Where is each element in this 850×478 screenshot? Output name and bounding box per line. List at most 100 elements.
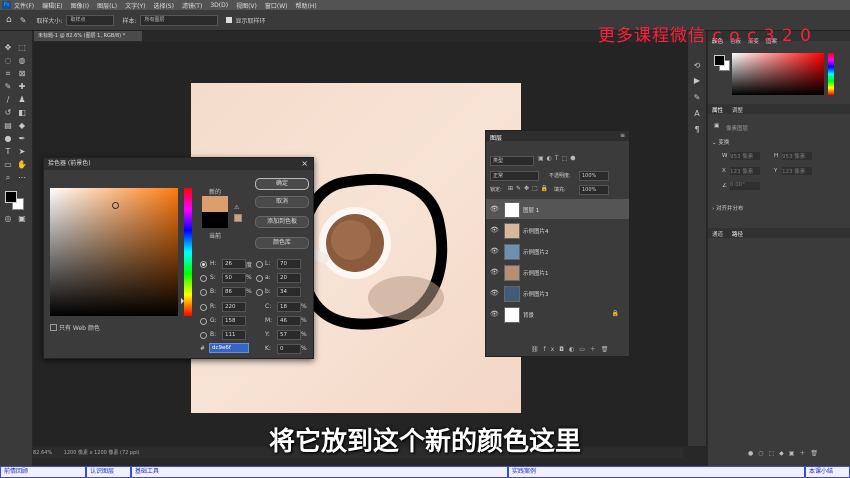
menu-filter[interactable]: 滤镜(T) xyxy=(182,1,202,10)
blend-mode-select[interactable]: 正常 xyxy=(490,171,539,181)
g-input[interactable]: 158 xyxy=(222,316,246,326)
h-radio[interactable] xyxy=(200,261,207,268)
menu-image[interactable]: 图像(I) xyxy=(71,1,89,10)
g-radio[interactable] xyxy=(200,318,207,325)
shape-tool-icon[interactable]: ▭ xyxy=(3,160,13,170)
s-radio[interactable] xyxy=(200,275,207,282)
screen-mode-icon[interactable]: ▣ xyxy=(17,214,27,224)
hex-input[interactable]: dc9e6f xyxy=(209,343,249,353)
gamut-warning-icon[interactable]: ⚠ xyxy=(234,204,239,211)
home-icon[interactable]: ⌂ xyxy=(6,15,12,25)
path-select-tool-icon[interactable]: ➤ xyxy=(17,147,27,157)
blur-tool-icon[interactable]: ◆ xyxy=(17,121,27,131)
panel-hue-slider[interactable] xyxy=(828,53,834,95)
chapter-practice[interactable]: 实践案例 xyxy=(508,466,805,478)
layer-name[interactable]: 图层 1 xyxy=(523,206,539,214)
menu-layer[interactable]: 图层(L) xyxy=(97,1,117,10)
close-icon[interactable]: × xyxy=(301,158,308,170)
l-radio[interactable] xyxy=(256,261,263,268)
ok-button[interactable]: 确定 xyxy=(255,178,309,190)
y-input[interactable]: 123 像素 xyxy=(782,167,812,175)
layers-tab[interactable]: 图层 xyxy=(490,133,502,142)
history-brush-icon[interactable]: ↺ xyxy=(3,108,13,118)
menu-select[interactable]: 选择(S) xyxy=(153,1,174,10)
brush-panel-icon[interactable]: ✎ xyxy=(692,93,702,103)
frame-tool-icon[interactable]: ⊠ xyxy=(17,69,27,79)
show-ring-checkbox[interactable] xyxy=(226,17,233,23)
menu-help[interactable]: 帮助(H) xyxy=(296,1,317,10)
eyedropper-tool-icon[interactable]: ✎ xyxy=(3,82,13,92)
foreground-color-swatch[interactable] xyxy=(5,191,17,203)
hue-slider-arrow[interactable] xyxy=(181,298,184,304)
brush-tool-icon[interactable]: ∕ xyxy=(3,95,13,105)
websafe-swatch-icon[interactable] xyxy=(234,214,242,222)
y-input[interactable]: 57 xyxy=(277,330,301,340)
menu-view[interactable]: 视图(V) xyxy=(236,1,257,10)
c-input[interactable]: 18 xyxy=(277,302,301,312)
r-input[interactable]: 220 xyxy=(222,302,246,312)
transform-section-label[interactable]: ⌄ 变换 xyxy=(712,138,729,146)
visibility-eye-icon[interactable]: 👁 xyxy=(490,289,499,297)
character-panel-icon[interactable]: A xyxy=(692,109,702,119)
cancel-button[interactable]: 取消 xyxy=(255,196,309,208)
h-input[interactable]: 953 像素 xyxy=(782,152,812,160)
paragraph-panel-icon[interactable]: ¶ xyxy=(692,125,702,135)
menu-file[interactable]: 文件(F) xyxy=(14,1,34,10)
dodge-tool-icon[interactable]: ● xyxy=(3,134,13,144)
layer-filter-icons[interactable]: ▣◐T⬚⬢ xyxy=(538,155,578,162)
move-tool-icon[interactable]: ✥ xyxy=(3,43,13,53)
layer-name[interactable]: 背景 xyxy=(523,311,534,319)
chapter-layers[interactable]: 认识图层 xyxy=(86,466,131,478)
stamp-tool-icon[interactable]: ♟ xyxy=(17,95,27,105)
layer-name[interactable]: 示例图片1 xyxy=(523,269,549,277)
visibility-eye-icon[interactable]: 👁 xyxy=(490,205,499,213)
m-input[interactable]: 46 xyxy=(277,316,301,326)
layer-name[interactable]: 示例图片4 xyxy=(523,227,549,235)
r-radio[interactable] xyxy=(200,304,207,311)
chapter-summary[interactable]: 本课小结 xyxy=(805,466,850,478)
s-input[interactable]: 50 xyxy=(222,273,246,283)
a-radio[interactable] xyxy=(256,275,263,282)
lab-b-input[interactable]: 34 xyxy=(277,287,301,297)
blue-input[interactable]: 111 xyxy=(222,330,246,340)
angle-input[interactable]: 0.00° xyxy=(730,182,760,190)
layer-name[interactable]: 示例图片3 xyxy=(523,290,549,298)
h-input[interactable]: 26 xyxy=(222,259,246,269)
menu-edit[interactable]: 编辑(E) xyxy=(42,1,62,10)
color-libraries-button[interactable]: 颜色库 xyxy=(255,237,309,249)
quick-mask-icon[interactable]: ◎ xyxy=(3,214,13,224)
menu-3d[interactable]: 3D(D) xyxy=(210,2,228,9)
web-only-checkbox[interactable] xyxy=(50,324,57,331)
panel-menu-icon[interactable]: ≡ xyxy=(620,132,625,139)
hand-tool-icon[interactable]: ✋ xyxy=(17,160,27,170)
hue-slider[interactable] xyxy=(181,188,192,316)
l-input[interactable]: 70 xyxy=(277,259,301,269)
panel-color-field[interactable] xyxy=(732,53,824,95)
tab-paths[interactable]: 路径 xyxy=(732,230,743,238)
layer-filter-select[interactable]: 类型 xyxy=(490,156,534,166)
marquee-tool-icon[interactable]: ⬚ xyxy=(17,43,27,53)
current-color-preview[interactable] xyxy=(202,212,228,228)
k-input[interactable]: 0 xyxy=(277,344,301,354)
healing-tool-icon[interactable]: ✚ xyxy=(17,82,27,92)
visibility-eye-icon[interactable]: 👁 xyxy=(490,247,499,255)
more-tools-icon[interactable]: ⋯ xyxy=(17,173,27,183)
w-input[interactable]: 953 像素 xyxy=(730,152,760,160)
type-tool-icon[interactable]: T xyxy=(3,147,13,157)
menu-window[interactable]: 窗口(W) xyxy=(265,1,288,10)
opacity-input[interactable]: 100% xyxy=(579,171,609,181)
tab-channels[interactable]: 通道 xyxy=(712,230,723,238)
layer-name[interactable]: 示例图片2 xyxy=(523,248,549,256)
layer-row[interactable]: 👁 示例图片2 xyxy=(486,241,629,261)
sample-select[interactable]: 所有图层 xyxy=(140,14,219,26)
visibility-eye-icon[interactable]: 👁 xyxy=(490,226,499,234)
lock-icons[interactable]: ⊞✎✥⬚🔒 xyxy=(508,185,551,192)
fill-input[interactable]: 100% xyxy=(579,185,609,195)
pen-tool-icon[interactable]: ✒ xyxy=(17,134,27,144)
visibility-eye-icon[interactable]: 👁 xyxy=(490,310,499,318)
chapter-recap[interactable]: 前情回顾 xyxy=(0,466,86,478)
color-field[interactable] xyxy=(50,188,178,316)
eraser-tool-icon[interactable]: ◧ xyxy=(17,108,27,118)
zoom-tool-icon[interactable]: ⌕ xyxy=(3,173,13,183)
blue-radio[interactable] xyxy=(200,332,207,339)
